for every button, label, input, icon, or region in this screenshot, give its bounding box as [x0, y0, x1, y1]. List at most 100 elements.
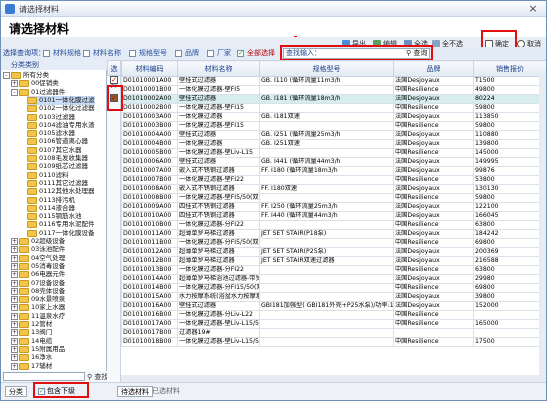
- window-title: 请选择材料: [19, 5, 59, 14]
- table-row[interactable]: D01010016A00 壁挂式过滤器 GBI181加强型( GBI181外壳+P2…: [121, 301, 546, 311]
- table-cell: 法国Desjoyaux: [393, 139, 474, 149]
- table-row[interactable]: D01010018B00一体化膜过滤器-壁Liv-L15/50(双速,冲进功能)…: [121, 337, 546, 347]
- tree-node[interactable]: +17辅材: [11, 362, 52, 371]
- tree-search-input[interactable]: [3, 372, 85, 381]
- table-row[interactable]: D01010014A00超薄单罗马梯浴池过滤器-带罗马梯浴池 法国Desjoyau…: [121, 274, 546, 284]
- close-icon[interactable]: ×: [526, 2, 540, 15]
- filter-spec[interactable]: 材料规格: [43, 48, 81, 59]
- table-row[interactable]: D01010003B00 一体化膜过滤器-壁FI15 中国Resilience 598…: [121, 121, 546, 131]
- tab-classify[interactable]: 分类: [5, 386, 27, 397]
- filter-brand[interactable]: 品牌: [175, 48, 199, 59]
- expand-toggle-icon[interactable]: +: [11, 312, 18, 320]
- tree-node-label: 0117一体化膜设备: [39, 228, 95, 237]
- expand-toggle-icon[interactable]: +: [11, 337, 18, 345]
- table-row[interactable]: D01010013B00 一体化膜过滤器-分FI22 中国Resilience 638…: [121, 265, 546, 275]
- table-row[interactable]: D01010004A00 壁挂式过滤器 GB. I251 (循环流量25m3/h 法国…: [121, 130, 546, 140]
- expand-toggle-icon[interactable]: +: [11, 254, 18, 262]
- folder-icon: [27, 121, 37, 129]
- table-row[interactable]: D01010003A00 一体化膜过滤器 GB. I181双速 法国Desjoyaux…: [121, 112, 546, 122]
- checkbox-icon: [237, 48, 244, 59]
- table-row[interactable]: D01010008A00 嵌入式不锈钢过滤器 FF. I180双速 法国Desjoya…: [121, 184, 546, 194]
- table-row[interactable]: D01010001A00 壁挂式过滤器 GB. I110 (循环流量11m3/h 法国…: [121, 76, 546, 86]
- expand-toggle-icon[interactable]: -: [3, 72, 10, 79]
- expand-toggle-icon[interactable]: -: [11, 88, 18, 96]
- filter-model[interactable]: 规格型号: [129, 48, 167, 59]
- table-row[interactable]: D01010010A00 四挂式不锈钢过滤器 FF. I440 (循环流量44m3/…: [121, 211, 546, 221]
- category-panel: 分类类别 - 所有分类 +00促销类 - 01过滤器件 0101一体化膜过滤 0102一体化…: [1, 60, 108, 382]
- folder-icon: [27, 188, 37, 196]
- table-row[interactable]: D01010011A00 超薄单罗马梯过滤器 JET SET STAIR(P18泵)…: [121, 229, 546, 239]
- table-cell: 39800: [473, 292, 546, 302]
- column-header[interactable]: 规格型号: [259, 60, 394, 77]
- table-row[interactable]: D01010004B00 一体化膜过滤器 GB. I251双速 法国Desjoyaux…: [121, 139, 546, 149]
- expand-toggle-icon[interactable]: +: [11, 279, 18, 287]
- column-header[interactable]: 品牌: [393, 60, 474, 77]
- table-row[interactable]: D01010009A00 四挂式不锈钢过滤器 FF. I250 (循环流量25m3/…: [121, 202, 546, 212]
- table-row[interactable]: D01010002A00 壁挂式过滤器 GB. I181 (循环流量18m3/h 法国…: [121, 94, 546, 104]
- column-header[interactable]: 销售报价: [473, 60, 546, 77]
- horizontal-scrollbar[interactable]: [121, 375, 546, 382]
- table-row[interactable]: D01010012B00 超薄单罗马梯过滤器 JET SET STAIR双速过滤器法…: [121, 256, 546, 266]
- expand-toggle-icon[interactable]: +: [11, 345, 18, 353]
- table-row[interactable]: D01010012A00 超薄单罗马梯过滤器 JET SET STAIR(P25泵)…: [121, 247, 546, 257]
- table-cell: 四挂式不锈钢过滤器: [177, 211, 260, 221]
- expand-toggle-icon[interactable]: +: [11, 238, 18, 245]
- expand-toggle-icon[interactable]: +: [11, 304, 18, 312]
- table-row[interactable]: D01010017B00 过滤器19#: [121, 328, 546, 338]
- table-row[interactable]: D01010007B00 一体化膜过滤器-壁FI22 中国Resilience 538…: [121, 175, 546, 185]
- table-cell: 99876: [473, 166, 546, 176]
- material-table: 材料编码 材料名称 规格型号 品牌 销售报价 D01010001A00 壁挂式过滤器 GB.…: [121, 60, 546, 347]
- table-row[interactable]: D01010002B00 一体化膜过滤器-壁FI15 中国Resilience 598…: [121, 103, 546, 113]
- table-row[interactable]: D01010011B00一体化膜过滤器-分FI5/50(双速,冲进功能) 中国Re…: [121, 238, 546, 248]
- table-row[interactable]: D01010006A00 壁挂式过滤器 GB. I441 (循环流量44m3/h 法国…: [121, 157, 546, 167]
- table-row[interactable]: D01010010B00 一体化膜过滤器-分FI22 中国Resilience 638…: [121, 220, 546, 230]
- table-cell: 63800: [473, 220, 546, 230]
- tree-node-label: 07设备设备: [31, 278, 66, 287]
- table-cell: 法国Desjoyaux: [393, 229, 474, 239]
- folder-icon: [27, 179, 37, 187]
- table-cell: 一体化膜过滤器: [177, 139, 260, 149]
- column-header[interactable]: 材料名称: [177, 60, 260, 77]
- tab-pending[interactable]: 待选材料: [117, 386, 153, 397]
- folder-icon: [27, 96, 37, 104]
- expand-toggle-icon[interactable]: +: [11, 271, 18, 279]
- table-row[interactable]: D01010005B00 一体化膜过滤器-壁Liv-L15 中国Resilience…: [121, 148, 546, 158]
- table-cell: [259, 103, 394, 113]
- filter-all[interactable]: 全部选择: [237, 48, 275, 59]
- filter-name[interactable]: 材料名称: [83, 48, 121, 59]
- table-row[interactable]: D01010014B00一体化膜过滤器-分FI15/50(双速,冲进功能) 中国R…: [121, 283, 546, 293]
- expand-toggle-icon[interactable]: +: [11, 262, 18, 270]
- expand-toggle-icon[interactable]: +: [11, 329, 18, 337]
- table-row[interactable]: D01010007A00 嵌入式不锈钢过滤器 FF. I180 (循环流量18m3/…: [121, 166, 546, 176]
- column-header[interactable]: 材料编码: [121, 60, 178, 77]
- table-row[interactable]: D01010008B00一体化膜过滤器-壁FI5/50(双速,冲进功能) 中国Re…: [121, 193, 546, 203]
- expand-toggle-icon[interactable]: +: [11, 246, 18, 254]
- table-row[interactable]: D01010017A00一体化膜过滤器-壁Liv-L15/50(双速,冲进功能)…: [121, 319, 546, 329]
- table-cell: 一体化膜过滤器-分FI22: [177, 265, 260, 275]
- table-cell: D01010009A00: [121, 202, 178, 212]
- expand-toggle-icon[interactable]: +: [11, 296, 18, 304]
- table-cell: FF. I180 (循环流量18m3/h: [259, 166, 394, 176]
- table-cell: [473, 328, 546, 338]
- expand-toggle-icon[interactable]: +: [11, 287, 18, 295]
- table-row[interactable]: D01010015A00 水力按摩系统(浴盆水力按摩系统 法国Desjoyaux 39…: [121, 292, 546, 302]
- checkbox-icon: [207, 50, 214, 57]
- table-cell: GB. I441 (循环流量44m3/h: [259, 157, 394, 167]
- filter-maker[interactable]: 厂家: [207, 48, 231, 59]
- tree-node-label: 14电缆: [31, 336, 53, 345]
- table-cell: 中国Resilience: [393, 103, 474, 113]
- filter-model-label: 规格型号: [139, 49, 167, 57]
- vertical-scrollbar[interactable]: [539, 76, 546, 375]
- expand-toggle-icon[interactable]: +: [11, 321, 18, 328]
- tree-node-label: 0101一体化膜过滤: [39, 95, 95, 104]
- tab-selected[interactable]: 已选材料: [149, 386, 183, 397]
- row-select-checkbox[interactable]: ✓: [110, 76, 118, 84]
- expand-toggle-icon[interactable]: +: [11, 354, 18, 362]
- table-cell: 法国Desjoyaux: [393, 130, 474, 140]
- tree-search-button[interactable]: ⚲ 查找: [87, 372, 108, 382]
- table-row[interactable]: D01010016B00 一体化膜过滤器-分Liv-L22 中国Resilience: [121, 310, 546, 320]
- tree-node-label: 0104滤油专用水渣: [39, 120, 95, 129]
- table-row[interactable]: D01010001B00 一体化膜过滤器-壁FI5 中国Resilience 4980…: [121, 85, 546, 95]
- expand-toggle-icon[interactable]: +: [11, 80, 18, 88]
- expand-toggle-icon[interactable]: +: [11, 362, 18, 370]
